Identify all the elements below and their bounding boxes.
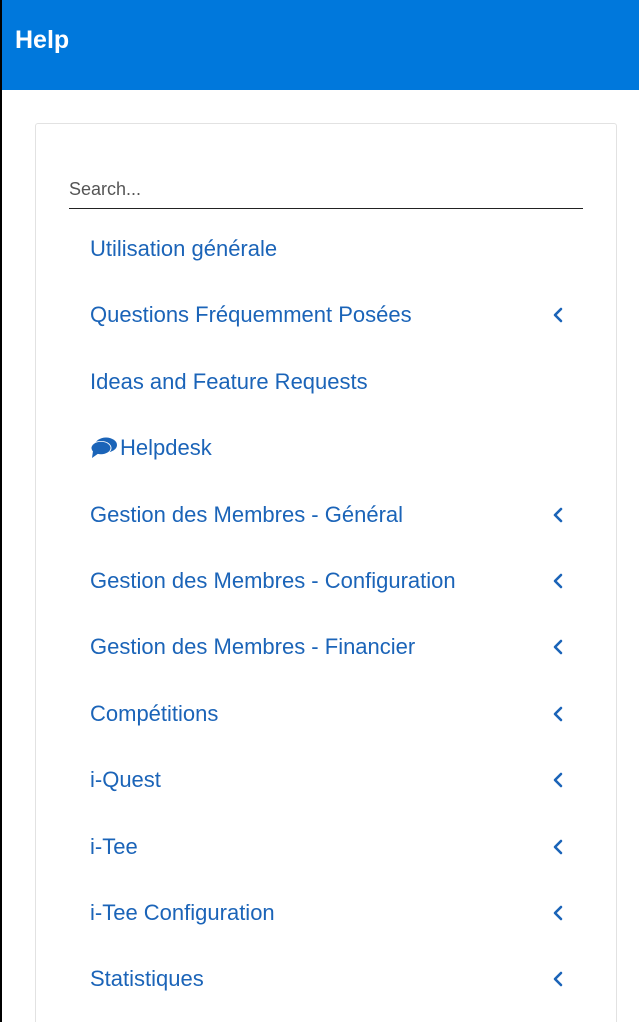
chevron-left-icon[interactable]: [552, 970, 564, 988]
nav-item-label: Helpdesk: [120, 435, 212, 461]
help-nav-list: Utilisation générale Questions Fréquemme…: [90, 226, 590, 1022]
nav-item-competitions[interactable]: Compétitions: [90, 691, 590, 757]
chevron-left-icon[interactable]: [552, 506, 564, 524]
help-window: Help Utilisation générale Questions Fréq…: [0, 0, 639, 1022]
nav-item-utilisation-generale[interactable]: Utilisation générale: [90, 226, 590, 292]
nav-item-i-tee-configuration[interactable]: i-Tee Configuration: [90, 890, 590, 956]
page-title: Help: [15, 25, 70, 54]
nav-item-label: Statistiques: [90, 966, 204, 992]
nav-item-label: Gestion des Membres - Financier: [90, 634, 416, 660]
nav-item-label: Gestion des Membres - Configuration: [90, 567, 456, 593]
chevron-left-icon[interactable]: [552, 638, 564, 656]
chevron-left-icon[interactable]: [552, 838, 564, 856]
nav-item-label: Questions Fréquemment Posées: [90, 302, 412, 328]
nav-item-label: i-Tee Configuration: [90, 899, 275, 925]
nav-item-gestion-membres-general[interactable]: Gestion des Membres - Général: [90, 492, 590, 558]
nav-item-label: Utilisation générale: [90, 236, 278, 261]
search-input[interactable]: [69, 174, 583, 204]
nav-item-statistiques[interactable]: Statistiques: [90, 956, 590, 1022]
nav-item-i-quest[interactable]: i-Quest: [90, 757, 590, 823]
chevron-left-icon[interactable]: [552, 306, 564, 324]
chat-bubbles-icon: [90, 425, 120, 471]
chevron-left-icon[interactable]: [552, 904, 564, 922]
help-header: Help: [2, 0, 639, 90]
search-field: [69, 174, 583, 209]
nav-item-label: i-Quest: [90, 767, 161, 793]
nav-item-helpdesk[interactable]: Helpdesk: [90, 425, 590, 491]
nav-item-label: Gestion des Membres - Général: [90, 501, 404, 527]
nav-item-gestion-membres-configuration[interactable]: Gestion des Membres - Configuration: [90, 558, 590, 624]
chevron-left-icon[interactable]: [552, 705, 564, 723]
chevron-left-icon[interactable]: [552, 771, 564, 789]
nav-item-label: i-Tee: [90, 833, 138, 859]
nav-item-ideas-feature-requests[interactable]: Ideas and Feature Requests: [90, 359, 590, 425]
nav-item-i-tee[interactable]: i-Tee: [90, 824, 590, 890]
nav-item-label: Ideas and Feature Requests: [90, 368, 368, 394]
nav-item-label: Compétitions: [90, 700, 219, 726]
nav-item-gestion-membres-financier[interactable]: Gestion des Membres - Financier: [90, 624, 590, 690]
help-nav-panel: Utilisation générale Questions Fréquemme…: [35, 123, 617, 1022]
chevron-left-icon[interactable]: [552, 572, 564, 590]
nav-item-questions-frequemment-posees[interactable]: Questions Fréquemment Posées: [90, 292, 590, 358]
